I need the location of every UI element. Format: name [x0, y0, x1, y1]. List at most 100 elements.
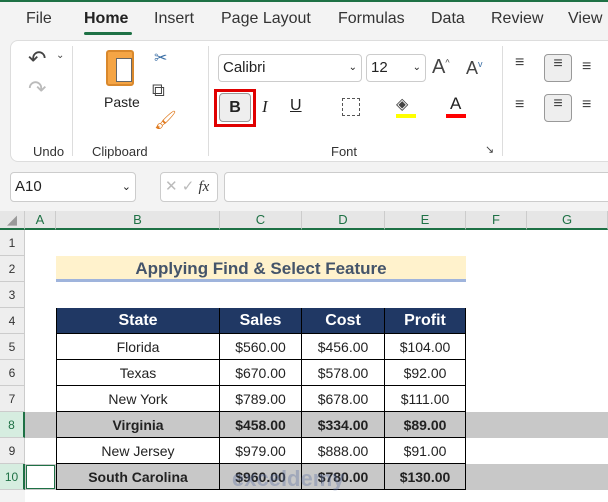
underline-button[interactable]: U — [290, 97, 302, 115]
chevron-down-icon: ⌄ — [121, 181, 131, 193]
tab-file[interactable]: File — [26, 10, 52, 28]
row-header[interactable]: 1 — [0, 230, 25, 256]
table-cell[interactable]: State — [56, 308, 220, 334]
dialog-launcher-icon[interactable]: ↘ — [485, 143, 494, 156]
table-cell[interactable]: Sales — [220, 308, 302, 334]
tab-review[interactable]: Review — [491, 10, 543, 28]
table-cell[interactable]: $979.00 — [220, 438, 302, 464]
table-cell[interactable]: New York — [56, 386, 220, 412]
enter-icon[interactable]: ✓ — [182, 178, 195, 195]
font-name-select[interactable]: Calibri ⌄ — [218, 54, 362, 82]
borders-icon[interactable] — [342, 98, 360, 116]
name-box-value: A10 — [15, 178, 42, 195]
group-label-font: Font — [331, 144, 358, 159]
active-tab-indicator — [84, 32, 132, 35]
table-cell[interactable]: $458.00 — [220, 412, 302, 438]
decrease-font-size-icon[interactable]: Av — [466, 58, 483, 79]
row-header[interactable]: 3 — [0, 282, 25, 308]
table-cell[interactable]: $789.00 — [220, 386, 302, 412]
font-name-value: Calibri — [223, 59, 266, 76]
table-cell[interactable]: $678.00 — [302, 386, 385, 412]
column-header[interactable]: A — [25, 211, 56, 230]
tab-data[interactable]: Data — [431, 10, 465, 28]
bold-button[interactable]: B — [219, 93, 251, 122]
chevron-down-icon: ⌄ — [412, 62, 421, 73]
column-header[interactable]: B — [56, 211, 220, 230]
format-painter-icon[interactable]: 🖌 — [154, 110, 177, 131]
table-cell[interactable]: $578.00 — [302, 360, 385, 386]
table-cell[interactable]: $104.00 — [385, 334, 466, 360]
formula-buttons: ✕ ✓ fx — [160, 172, 218, 202]
table-cell[interactable]: Cost — [302, 308, 385, 334]
formula-bar-input[interactable] — [224, 172, 608, 202]
table-cell[interactable]: Profit — [385, 308, 466, 334]
column-header[interactable]: G — [527, 211, 608, 230]
table-cell[interactable]: $456.00 — [302, 334, 385, 360]
align-bottom-icon[interactable]: ≡ — [582, 58, 591, 76]
paste-icon[interactable] — [106, 50, 134, 86]
cut-icon[interactable]: ✂ — [154, 48, 167, 68]
undo-dropdown-icon[interactable]: ⌄ — [56, 50, 64, 61]
align-middle-icon[interactable]: ≡ — [544, 54, 572, 82]
table-cell[interactable]: Virginia — [56, 412, 220, 438]
redo-icon[interactable]: ↷ — [28, 76, 46, 102]
chevron-down-icon: ⌄ — [348, 62, 357, 73]
fill-color-icon[interactable]: ◈ — [396, 94, 408, 114]
align-center-icon[interactable]: ≡ — [544, 94, 572, 122]
table-cell[interactable]: New Jersey — [56, 438, 220, 464]
group-label-undo: Undo — [33, 144, 65, 159]
italic-button[interactable]: I — [262, 97, 268, 117]
column-header[interactable]: C — [220, 211, 302, 230]
tab-view[interactable]: View — [568, 10, 602, 28]
row-header[interactable]: 9 — [0, 438, 25, 464]
table-cell[interactable]: $670.00 — [220, 360, 302, 386]
table-cell[interactable]: Florida — [56, 334, 220, 360]
sheet-title: Applying Find & Select Feature — [56, 256, 466, 282]
divider — [208, 46, 209, 156]
row-header[interactable]: 7 — [0, 386, 25, 412]
row-header[interactable]: 10 — [0, 464, 25, 490]
active-cell-a10[interactable] — [26, 465, 55, 489]
table-cell[interactable]: $334.00 — [302, 412, 385, 438]
select-all-button[interactable]: ◢ — [0, 211, 25, 230]
table-cell[interactable]: $92.00 — [385, 360, 466, 386]
watermark-logo: exceldemy — [232, 466, 345, 491]
table-cell[interactable]: $91.00 — [385, 438, 466, 464]
name-box[interactable]: A10 ⌄ — [10, 172, 136, 202]
row-header[interactable]: 6 — [0, 360, 25, 386]
font-size-value: 12 — [371, 59, 388, 76]
column-header[interactable]: E — [385, 211, 466, 230]
paste-button[interactable]: Paste — [104, 94, 140, 110]
group-label-clipboard: Clipboard — [92, 144, 148, 159]
align-right-icon[interactable]: ≡ — [582, 96, 591, 114]
table-cell[interactable]: $130.00 — [385, 464, 466, 490]
table-cell[interactable]: $111.00 — [385, 386, 466, 412]
font-color-button[interactable]: A — [450, 94, 461, 114]
row-header[interactable]: 2 — [0, 256, 25, 282]
tab-page-layout[interactable]: Page Layout — [221, 10, 311, 28]
row-header[interactable]: 5 — [0, 334, 25, 360]
table-cell[interactable]: $560.00 — [220, 334, 302, 360]
column-header[interactable]: D — [302, 211, 385, 230]
table-cell[interactable]: South Carolina — [56, 464, 220, 490]
font-size-select[interactable]: 12 ⌄ — [366, 54, 426, 82]
insert-function-button[interactable]: fx — [199, 179, 210, 195]
cancel-icon[interactable]: ✕ — [165, 178, 178, 195]
table-cell[interactable]: $888.00 — [302, 438, 385, 464]
increase-font-size-icon[interactable]: A^ — [432, 56, 450, 79]
tab-insert[interactable]: Insert — [154, 10, 194, 28]
tab-home[interactable]: Home — [84, 10, 128, 28]
align-left-icon[interactable]: ≡ — [515, 96, 524, 114]
table-cell[interactable]: Texas — [56, 360, 220, 386]
column-header[interactable]: F — [466, 211, 527, 230]
fill-color-swatch — [396, 114, 416, 118]
undo-icon[interactable]: ↶ — [28, 46, 46, 72]
row-header[interactable]: 4 — [0, 308, 25, 334]
table-cell[interactable]: $89.00 — [385, 412, 466, 438]
copy-icon[interactable]: ⧉ — [152, 80, 165, 101]
title-bar-accent — [0, 0, 608, 2]
align-top-icon[interactable]: ≡ — [515, 54, 524, 72]
divider — [502, 46, 503, 156]
tab-formulas[interactable]: Formulas — [338, 10, 405, 28]
row-header[interactable]: 8 — [0, 412, 25, 438]
